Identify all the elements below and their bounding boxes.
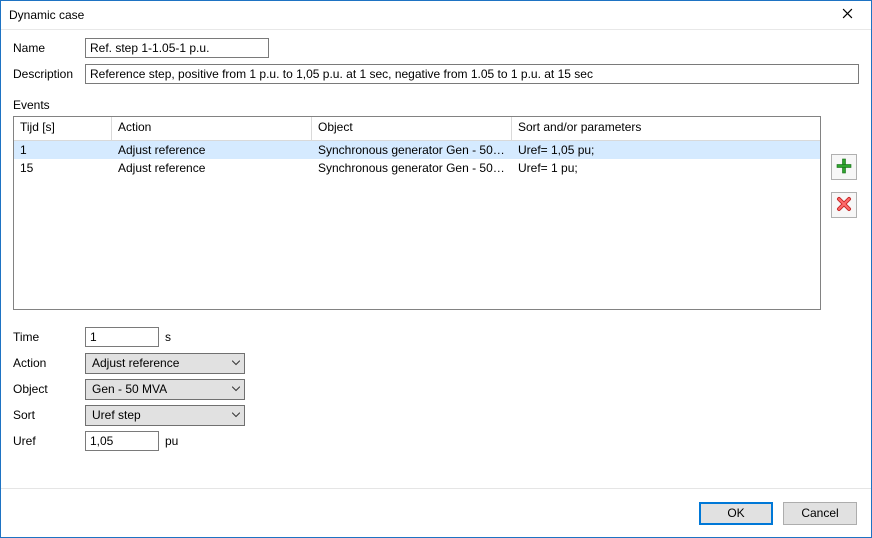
chevron-down-icon (232, 361, 240, 366)
object-label: Object (13, 382, 85, 396)
add-event-button[interactable] (831, 154, 857, 180)
time-label: Time (13, 330, 85, 344)
chevron-down-icon (232, 413, 240, 418)
dialog-content: Name Description Events Tijd [s] Action … (1, 30, 871, 488)
table-cell: Synchronous generator Gen - 50 MV... (312, 141, 512, 159)
col-header-params[interactable]: Sort and/or parameters (512, 117, 820, 141)
ok-button[interactable]: OK (699, 502, 773, 525)
description-label: Description (13, 67, 85, 81)
delete-icon (836, 196, 852, 215)
col-header-object[interactable]: Object (312, 117, 512, 141)
name-label: Name (13, 41, 85, 55)
events-header: Tijd [s] Action Object Sort and/or param… (14, 117, 820, 141)
action-dropdown[interactable]: Adjust reference (85, 353, 245, 374)
table-cell: Adjust reference (112, 159, 312, 177)
col-header-time[interactable]: Tijd [s] (14, 117, 112, 141)
table-cell: Adjust reference (112, 141, 312, 159)
table-row[interactable]: 15Adjust referenceSynchronous generator … (14, 159, 820, 177)
object-dropdown-value: Gen - 50 MVA (92, 382, 167, 396)
table-cell: Uref= 1,05 pu; (512, 141, 820, 159)
object-dropdown[interactable]: Gen - 50 MVA (85, 379, 245, 400)
dialog-window: Dynamic case Name Description Events Tij… (0, 0, 872, 538)
plus-icon (836, 158, 852, 177)
table-cell: Synchronous generator Gen - 50 MV... (312, 159, 512, 177)
name-input[interactable] (85, 38, 269, 58)
table-cell: Uref= 1 pu; (512, 159, 820, 177)
event-detail: Time s Action Adjust reference Object Ge… (13, 324, 859, 454)
chevron-down-icon (232, 387, 240, 392)
table-cell: 15 (14, 159, 112, 177)
action-dropdown-value: Adjust reference (92, 356, 179, 370)
table-row[interactable]: 1Adjust referenceSynchronous generator G… (14, 141, 820, 159)
uref-input[interactable] (85, 431, 159, 451)
cancel-button[interactable]: Cancel (783, 502, 857, 525)
time-unit: s (165, 330, 171, 344)
table-cell: 1 (14, 141, 112, 159)
sort-dropdown[interactable]: Uref step (85, 405, 245, 426)
close-button[interactable] (827, 1, 867, 29)
uref-unit: pu (165, 434, 178, 448)
action-label: Action (13, 356, 85, 370)
uref-label: Uref (13, 434, 85, 448)
titlebar: Dynamic case (1, 1, 871, 30)
time-input[interactable] (85, 327, 159, 347)
sort-dropdown-value: Uref step (92, 408, 141, 422)
events-body: 1Adjust referenceSynchronous generator G… (14, 141, 820, 309)
events-title: Events (13, 98, 859, 112)
window-title: Dynamic case (9, 8, 827, 22)
dialog-footer: OK Cancel (1, 488, 871, 537)
sort-label: Sort (13, 408, 85, 422)
events-table[interactable]: Tijd [s] Action Object Sort and/or param… (13, 116, 821, 310)
delete-event-button[interactable] (831, 192, 857, 218)
col-header-action[interactable]: Action (112, 117, 312, 141)
description-input[interactable] (85, 64, 859, 84)
close-icon (842, 8, 853, 22)
